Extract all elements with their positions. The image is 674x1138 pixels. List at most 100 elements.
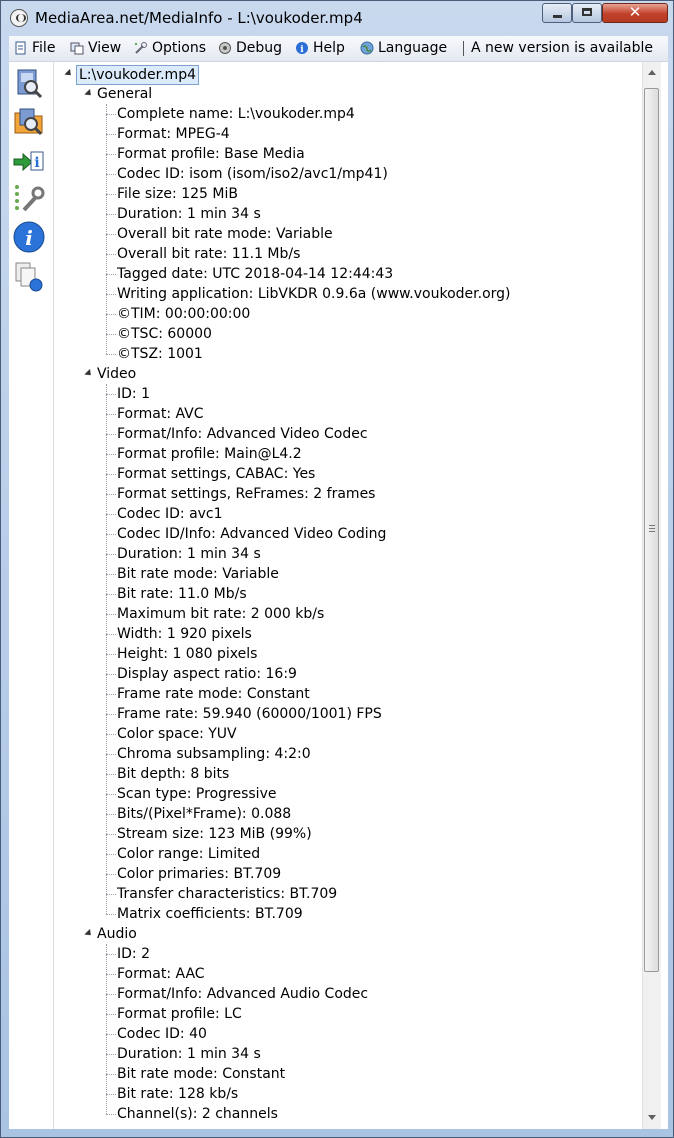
tree-item[interactable]: Overall bit rate mode: Variable bbox=[117, 224, 333, 244]
tree-item[interactable]: Bit rate mode: Constant bbox=[117, 1064, 285, 1084]
tree-item[interactable]: ©TSC: 60000 bbox=[117, 324, 212, 344]
mediainfo-app-icon[interactable] bbox=[10, 9, 28, 27]
tree-section-general[interactable]: General bbox=[97, 84, 152, 104]
tree-item[interactable]: Stream size: 123 MiB (99%) bbox=[117, 824, 312, 844]
collapse-arrow-icon[interactable] bbox=[64, 68, 74, 79]
help-icon: i bbox=[296, 42, 308, 55]
tree-item[interactable]: Matrix coefficients: BT.709 bbox=[117, 904, 303, 924]
view-icon bbox=[70, 42, 84, 55]
tree-connector bbox=[106, 394, 116, 395]
tree-item[interactable]: Duration: 1 min 34 s bbox=[117, 204, 261, 224]
tree-item[interactable]: Format: MPEG-4 bbox=[117, 124, 230, 144]
tree-connector bbox=[106, 294, 116, 295]
close-button[interactable]: ✕ bbox=[602, 3, 668, 23]
tree-connector bbox=[106, 1014, 116, 1015]
tree-item[interactable]: Format/Info: Advanced Audio Codec bbox=[117, 984, 368, 1004]
tree-item[interactable]: Format/Info: Advanced Video Codec bbox=[117, 424, 368, 444]
tree-connector bbox=[106, 754, 116, 755]
preferences-icon[interactable] bbox=[12, 182, 46, 216]
tree-item[interactable]: Color primaries: BT.709 bbox=[117, 864, 281, 884]
scrollbar-thumb[interactable] bbox=[644, 88, 659, 972]
tree-item[interactable]: ID: 2 bbox=[117, 944, 150, 964]
tree-connector bbox=[106, 414, 116, 415]
tree-item[interactable]: Codec ID/Info: Advanced Video Coding bbox=[117, 524, 386, 544]
collapse-arrow-icon[interactable] bbox=[84, 88, 94, 99]
tree-item[interactable]: Frame rate: 59.940 (60000/1001) FPS bbox=[117, 704, 382, 724]
thumb-grip-line bbox=[649, 528, 655, 529]
tree-item[interactable]: Display aspect ratio: 16:9 bbox=[117, 664, 297, 684]
export-icon[interactable]: i bbox=[12, 144, 46, 178]
tree-item[interactable]: Bit rate: 128 kb/s bbox=[117, 1084, 238, 1104]
tree-item[interactable]: Bits/(Pixel*Frame): 0.088 bbox=[117, 804, 291, 824]
tree-connector bbox=[106, 1054, 116, 1055]
tree-item[interactable]: Bit rate mode: Variable bbox=[117, 564, 279, 584]
tree-item[interactable]: Format profile: Main@L4.2 bbox=[117, 444, 302, 464]
svg-text:i: i bbox=[300, 45, 304, 55]
tree-item[interactable]: File size: 125 MiB bbox=[117, 184, 238, 204]
tree-item[interactable]: Frame rate mode: Constant bbox=[117, 684, 310, 704]
svg-text:i: i bbox=[34, 155, 39, 171]
open-folder-icon[interactable] bbox=[12, 104, 46, 138]
collapse-arrow-icon[interactable] bbox=[84, 368, 94, 379]
tree-item[interactable]: Maximum bit rate: 2 000 kb/s bbox=[117, 604, 324, 624]
tree-connector bbox=[106, 1114, 116, 1115]
tree-item[interactable]: Duration: 1 min 34 s bbox=[117, 1044, 261, 1064]
thumb-grip-line bbox=[649, 525, 655, 526]
tree-item[interactable]: Tagged date: UTC 2018-04-14 12:44:43 bbox=[117, 264, 393, 284]
tree-item[interactable]: Width: 1 920 pixels bbox=[117, 624, 252, 644]
tree-item[interactable]: Format: AVC bbox=[117, 404, 204, 424]
tree-item[interactable]: Bit rate: 11.0 Mb/s bbox=[117, 584, 247, 604]
tree-item[interactable]: Overall bit rate: 11.1 Mb/s bbox=[117, 244, 300, 264]
open-file-icon[interactable] bbox=[12, 66, 46, 100]
tree-item[interactable]: Duration: 1 min 34 s bbox=[117, 544, 261, 564]
tree-root-file[interactable]: L:\voukoder.mp4 bbox=[76, 65, 199, 85]
tree-item[interactable]: Codec ID: isom (isom/iso2/avc1/mp41) bbox=[117, 164, 388, 184]
tree-item[interactable]: Format: AAC bbox=[117, 964, 205, 984]
about-icon[interactable]: i bbox=[12, 220, 46, 254]
tree-item[interactable]: Channel(s): 2 channels bbox=[117, 1104, 278, 1124]
tree-item[interactable]: Format profile: Base Media bbox=[117, 144, 305, 164]
tree-item[interactable]: ©TIM: 00:00:00:00 bbox=[117, 304, 250, 324]
tree-item[interactable]: Codec ID: 40 bbox=[117, 1024, 207, 1044]
info-tree[interactable]: L:\voukoder.mp4 General Complete name: L:… bbox=[54, 62, 642, 1129]
tree-item[interactable]: ©TSZ: 1001 bbox=[117, 344, 203, 364]
tree-item[interactable]: Complete name: L:\voukoder.mp4 bbox=[117, 104, 355, 124]
tree-branch-line bbox=[106, 384, 107, 914]
maximize-button[interactable] bbox=[572, 3, 602, 23]
tree-connector bbox=[106, 194, 116, 195]
tree-item[interactable]: Format profile: LC bbox=[117, 1004, 242, 1024]
tree-connector bbox=[106, 454, 116, 455]
tree-connector bbox=[106, 494, 116, 495]
tree-connector bbox=[106, 974, 116, 975]
tree-item[interactable]: ID: 1 bbox=[117, 384, 150, 404]
tree-connector bbox=[106, 694, 116, 695]
minimize-button[interactable] bbox=[542, 3, 572, 23]
new-version-notice[interactable]: A new version is available bbox=[471, 40, 653, 56]
tree-item[interactable]: Color space: YUV bbox=[117, 724, 237, 744]
tree-item[interactable]: Color range: Limited bbox=[117, 844, 260, 864]
tree-section-audio[interactable]: Audio bbox=[97, 924, 137, 944]
tree-item[interactable]: Transfer characteristics: BT.709 bbox=[117, 884, 337, 904]
tree-connector bbox=[106, 1074, 116, 1075]
tree-connector bbox=[106, 614, 116, 615]
tree-item[interactable]: Bit depth: 8 bits bbox=[117, 764, 229, 784]
tree-item[interactable]: Codec ID: avc1 bbox=[117, 504, 223, 524]
collapse-arrow-icon[interactable] bbox=[84, 928, 94, 939]
tree-connector bbox=[106, 634, 116, 635]
scroll-up-arrow-icon[interactable] bbox=[648, 70, 656, 75]
tree-connector bbox=[106, 314, 116, 315]
tree-item[interactable]: Format settings, ReFrames: 2 frames bbox=[117, 484, 375, 504]
sheet-view-icon[interactable] bbox=[12, 260, 46, 294]
tree-item[interactable]: Chroma subsampling: 4:2:0 bbox=[117, 744, 311, 764]
tree-item[interactable]: Format settings, CABAC: Yes bbox=[117, 464, 315, 484]
tree-connector bbox=[106, 1034, 116, 1035]
vertical-scrollbar[interactable] bbox=[642, 62, 661, 1129]
tree-connector bbox=[106, 814, 116, 815]
scroll-down-arrow-icon[interactable] bbox=[648, 1115, 656, 1120]
title-bar[interactable]: MediaArea.net/MediaInfo - L:\voukoder.mp… bbox=[1, 1, 673, 35]
tree-item[interactable]: Writing application: LibVKDR 0.9.6a (www… bbox=[117, 284, 511, 304]
tree-item[interactable]: Scan type: Progressive bbox=[117, 784, 276, 804]
tree-item[interactable]: Height: 1 080 pixels bbox=[117, 644, 257, 664]
tree-section-video[interactable]: Video bbox=[97, 364, 136, 384]
side-toolbar: i i bbox=[9, 62, 54, 1129]
